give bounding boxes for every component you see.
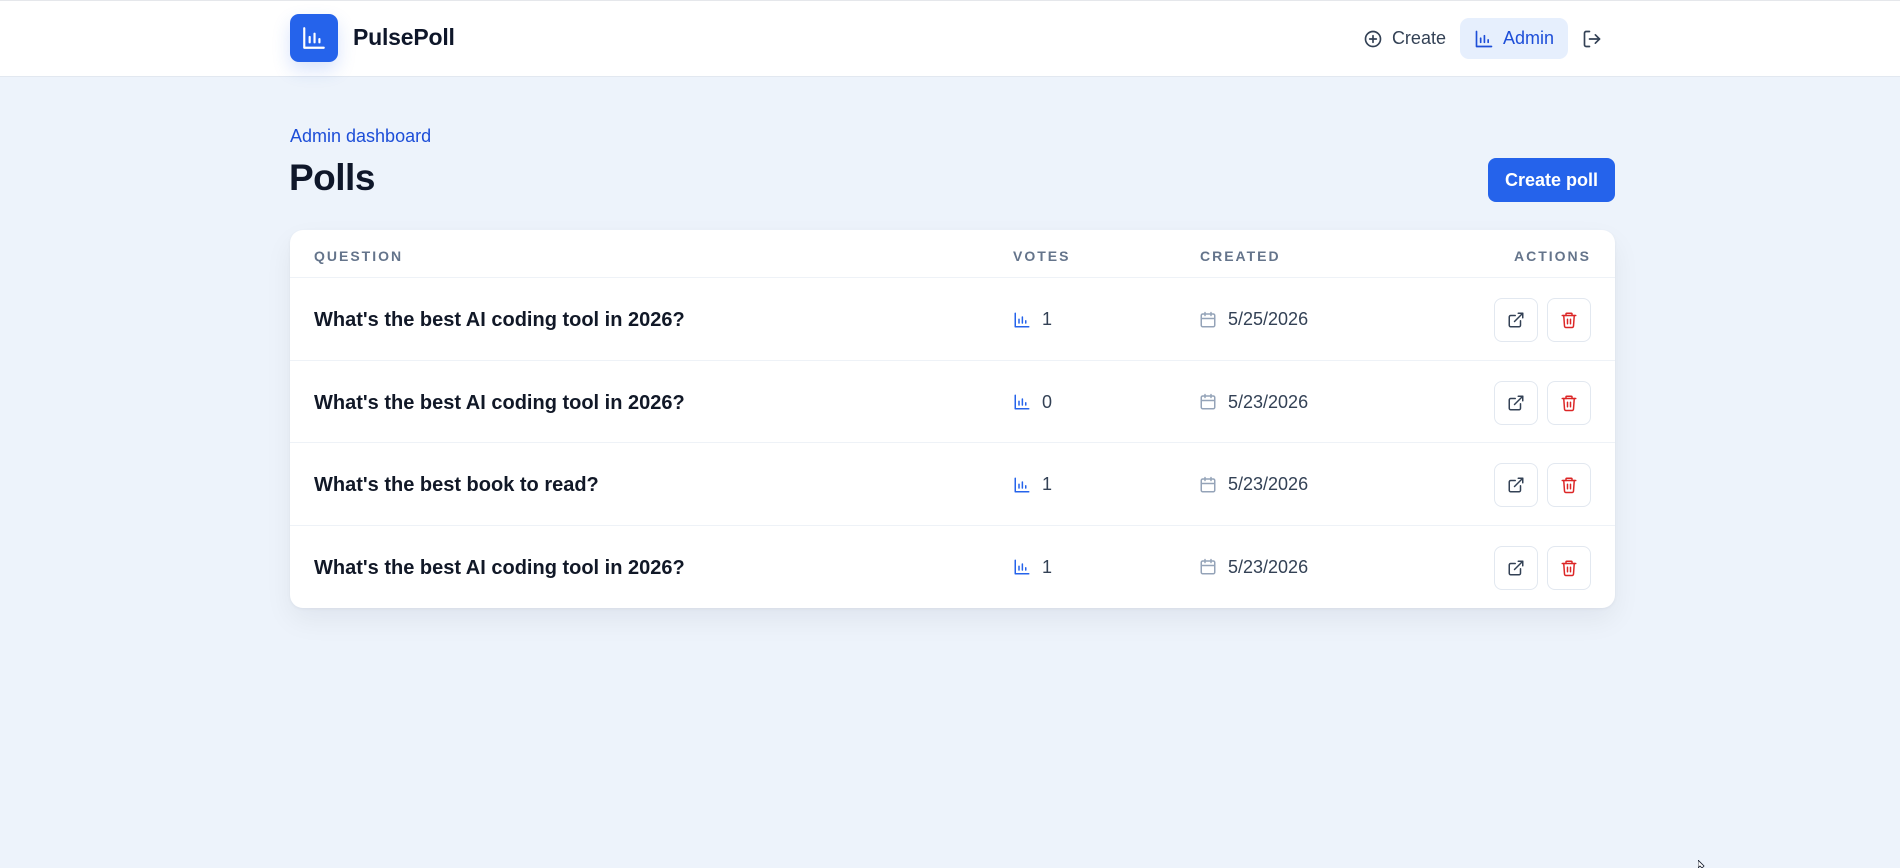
poll-question[interactable]: What's the best AI coding tool in 2026? — [314, 557, 685, 580]
vote-count-value: 1 — [1042, 556, 1053, 577]
created-date: 5/25/2026 — [1199, 309, 1308, 330]
vote-count-value: 0 — [1042, 391, 1053, 412]
external-link-icon — [1508, 312, 1524, 328]
created-date-value: 5/23/2026 — [1228, 474, 1309, 494]
nav-admin-link[interactable]: Admin — [1459, 18, 1568, 59]
created-date: 5/23/2026 — [1199, 557, 1308, 578]
nav-admin-label: Admin — [1502, 28, 1554, 48]
external-link-icon — [1508, 477, 1524, 493]
logout-icon — [1583, 30, 1600, 47]
app-name: PulsePoll — [353, 24, 455, 50]
column-header-actions: ACTIONS — [1514, 248, 1591, 264]
main-nav: Create Admin — [1349, 18, 1616, 59]
bar-chart-icon — [1014, 477, 1030, 492]
trash-icon — [1561, 312, 1577, 329]
poll-question[interactable]: What's the best AI coding tool in 2026? — [314, 309, 685, 332]
trash-icon — [1561, 560, 1577, 576]
open-poll-button[interactable] — [1494, 463, 1538, 507]
row-actions — [1494, 380, 1591, 425]
table-row: What's the best book to read? 1 5/23/202… — [290, 443, 1615, 526]
created-date: 5/23/2026 — [1199, 392, 1308, 413]
page-title: Polls — [289, 157, 375, 198]
created-date-value: 5/25/2026 — [1228, 309, 1309, 329]
created-date-value: 5/23/2026 — [1228, 556, 1309, 577]
poll-question[interactable]: What's the best AI coding tool in 2026? — [314, 392, 685, 415]
create-poll-button[interactable]: Create poll — [1488, 158, 1615, 202]
calendar-icon — [1200, 558, 1216, 575]
vote-count: 0 — [1013, 392, 1052, 413]
vote-count: 1 — [1013, 557, 1052, 578]
bar-chart-icon — [290, 13, 338, 62]
nav-create-link[interactable]: Create — [1349, 18, 1460, 59]
brand[interactable]: PulsePoll — [290, 13, 455, 62]
open-poll-button[interactable] — [1494, 380, 1538, 425]
vote-count: 1 — [1013, 309, 1052, 330]
calendar-icon — [1200, 311, 1216, 327]
bar-chart-icon — [1014, 394, 1030, 410]
calendar-icon — [1200, 393, 1216, 410]
row-actions — [1494, 298, 1591, 342]
delete-poll-button[interactable] — [1547, 380, 1591, 425]
table-row: What's the best AI coding tool in 2026? … — [290, 361, 1615, 443]
vote-count-value: 1 — [1042, 309, 1053, 329]
bar-chart-icon — [1014, 312, 1030, 327]
external-link-icon — [1508, 560, 1524, 575]
poll-question[interactable]: What's the best book to read? — [314, 474, 599, 497]
open-poll-button[interactable] — [1494, 545, 1538, 590]
nav-create-label: Create — [1391, 28, 1446, 48]
column-header-created: CREATED — [1200, 248, 1281, 264]
column-header-votes: VOTES — [1013, 248, 1071, 264]
vote-count: 1 — [1013, 474, 1052, 495]
bar-chart-icon — [1475, 30, 1493, 47]
mouse-cursor-icon — [1698, 860, 1705, 868]
column-header-question: QUESTION — [314, 248, 404, 264]
top-nav-bar: PulsePoll Create Admin — [0, 0, 1900, 77]
trash-icon — [1561, 395, 1577, 411]
plus-circle-icon — [1364, 30, 1382, 47]
delete-poll-button[interactable] — [1547, 463, 1591, 507]
table-row: What's the best AI coding tool in 2026? … — [290, 278, 1615, 361]
bar-chart-icon — [1014, 559, 1030, 575]
polls-table: QUESTION VOTES CREATED ACTIONS What's th… — [290, 230, 1615, 608]
open-poll-button[interactable] — [1494, 298, 1538, 342]
created-date-value: 5/23/2026 — [1228, 391, 1309, 412]
row-actions — [1494, 463, 1591, 507]
delete-poll-button[interactable] — [1547, 545, 1591, 590]
row-actions — [1494, 545, 1591, 590]
external-link-icon — [1508, 395, 1524, 410]
logout-button[interactable] — [1576, 18, 1616, 59]
table-header: QUESTION VOTES CREATED ACTIONS — [290, 230, 1615, 278]
trash-icon — [1561, 477, 1577, 494]
vote-count-value: 1 — [1042, 474, 1053, 494]
breadcrumb: Admin dashboard — [290, 126, 432, 146]
table-row: What's the best AI coding tool in 2026? … — [290, 526, 1615, 609]
calendar-icon — [1200, 476, 1216, 492]
delete-poll-button[interactable] — [1547, 298, 1591, 342]
created-date: 5/23/2026 — [1199, 474, 1308, 495]
